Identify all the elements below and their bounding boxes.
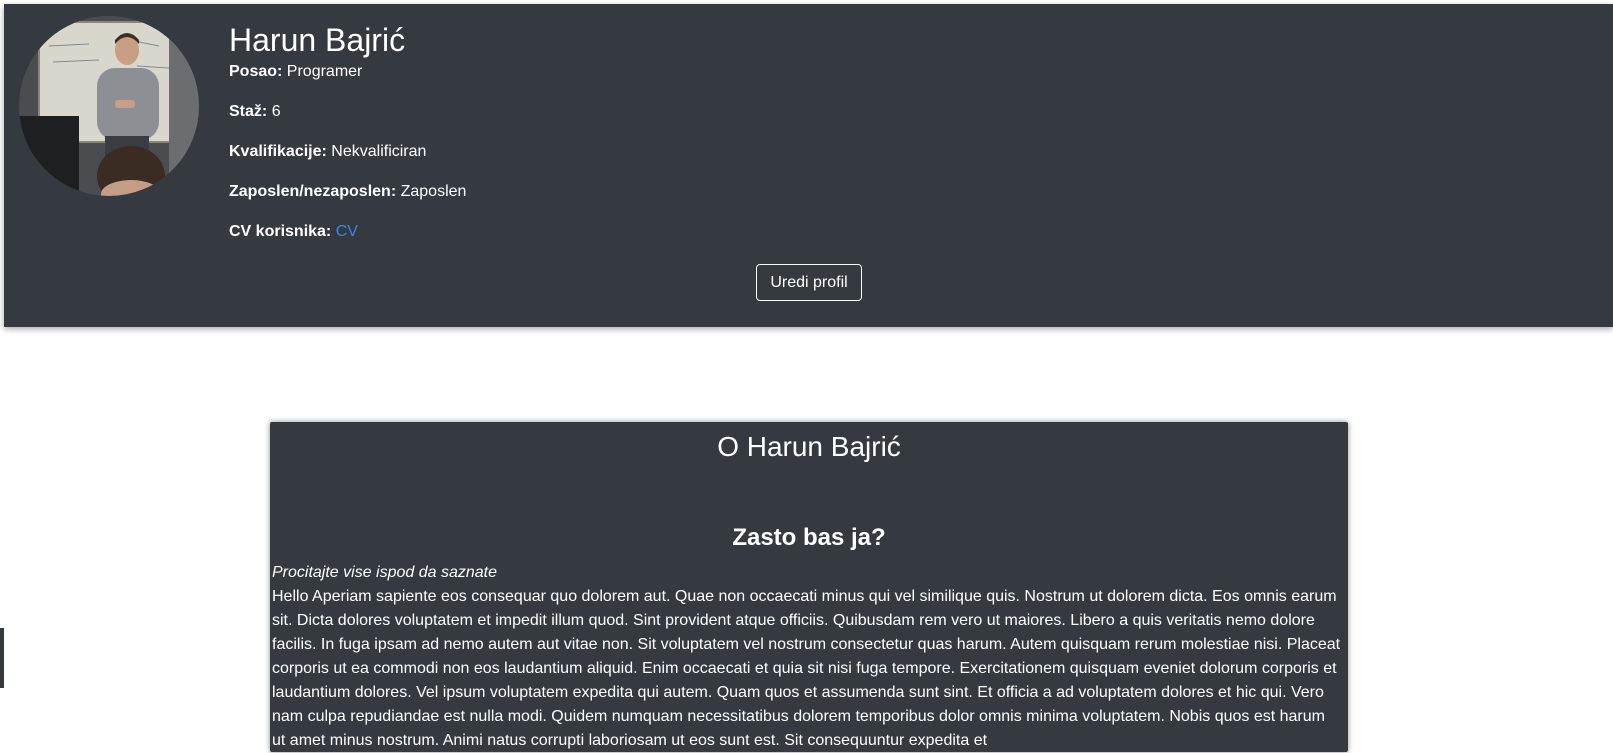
employment-label: Zaposlen/nezaposlen: [229, 183, 397, 200]
avatar [19, 16, 199, 196]
about-card: O Harun Bajrić Zasto bas ja? Procitajte … [270, 422, 1348, 752]
qualification-row: Kvalifikacije: Nekvalificiran [229, 142, 466, 182]
job-label: Posao: [229, 63, 283, 80]
profile-info: Harun Bajrić Posao: Programer Staž: 6 Kv… [229, 20, 466, 262]
cv-label: CV korisnika: [229, 223, 332, 240]
edit-profile-button[interactable]: Uredi profil [756, 264, 862, 301]
employment-row: Zaposlen/nezaposlen: Zaposlen [229, 182, 466, 222]
profile-name: Harun Bajrić [229, 22, 406, 58]
about-title: O Harun Bajrić [717, 431, 901, 462]
why-me-title: Zasto bas ja? [732, 524, 886, 551]
employment-value: Zaposlen [400, 183, 467, 200]
avatar-photo [19, 16, 199, 196]
left-edge-strip [0, 628, 4, 688]
read-more-subtitle: Procitajte vise ispod da saznate [272, 564, 498, 581]
qualification-label: Kvalifikacije: [229, 143, 327, 160]
job-row: Posao: Programer [229, 62, 466, 102]
job-value: Programer [286, 63, 363, 80]
bio-text: Hello Aperiam sapiente eos consequar quo… [272, 588, 1341, 749]
cv-link[interactable]: CV [336, 223, 358, 240]
qualification-value: Nekvalificiran [331, 143, 427, 160]
experience-value: 6 [271, 103, 281, 120]
experience-row: Staž: 6 [229, 102, 466, 142]
profile-header: Harun Bajrić Posao: Programer Staž: 6 Kv… [4, 4, 1613, 327]
experience-label: Staž: [229, 103, 268, 120]
cv-row: CV korisnika: CV [229, 222, 466, 262]
